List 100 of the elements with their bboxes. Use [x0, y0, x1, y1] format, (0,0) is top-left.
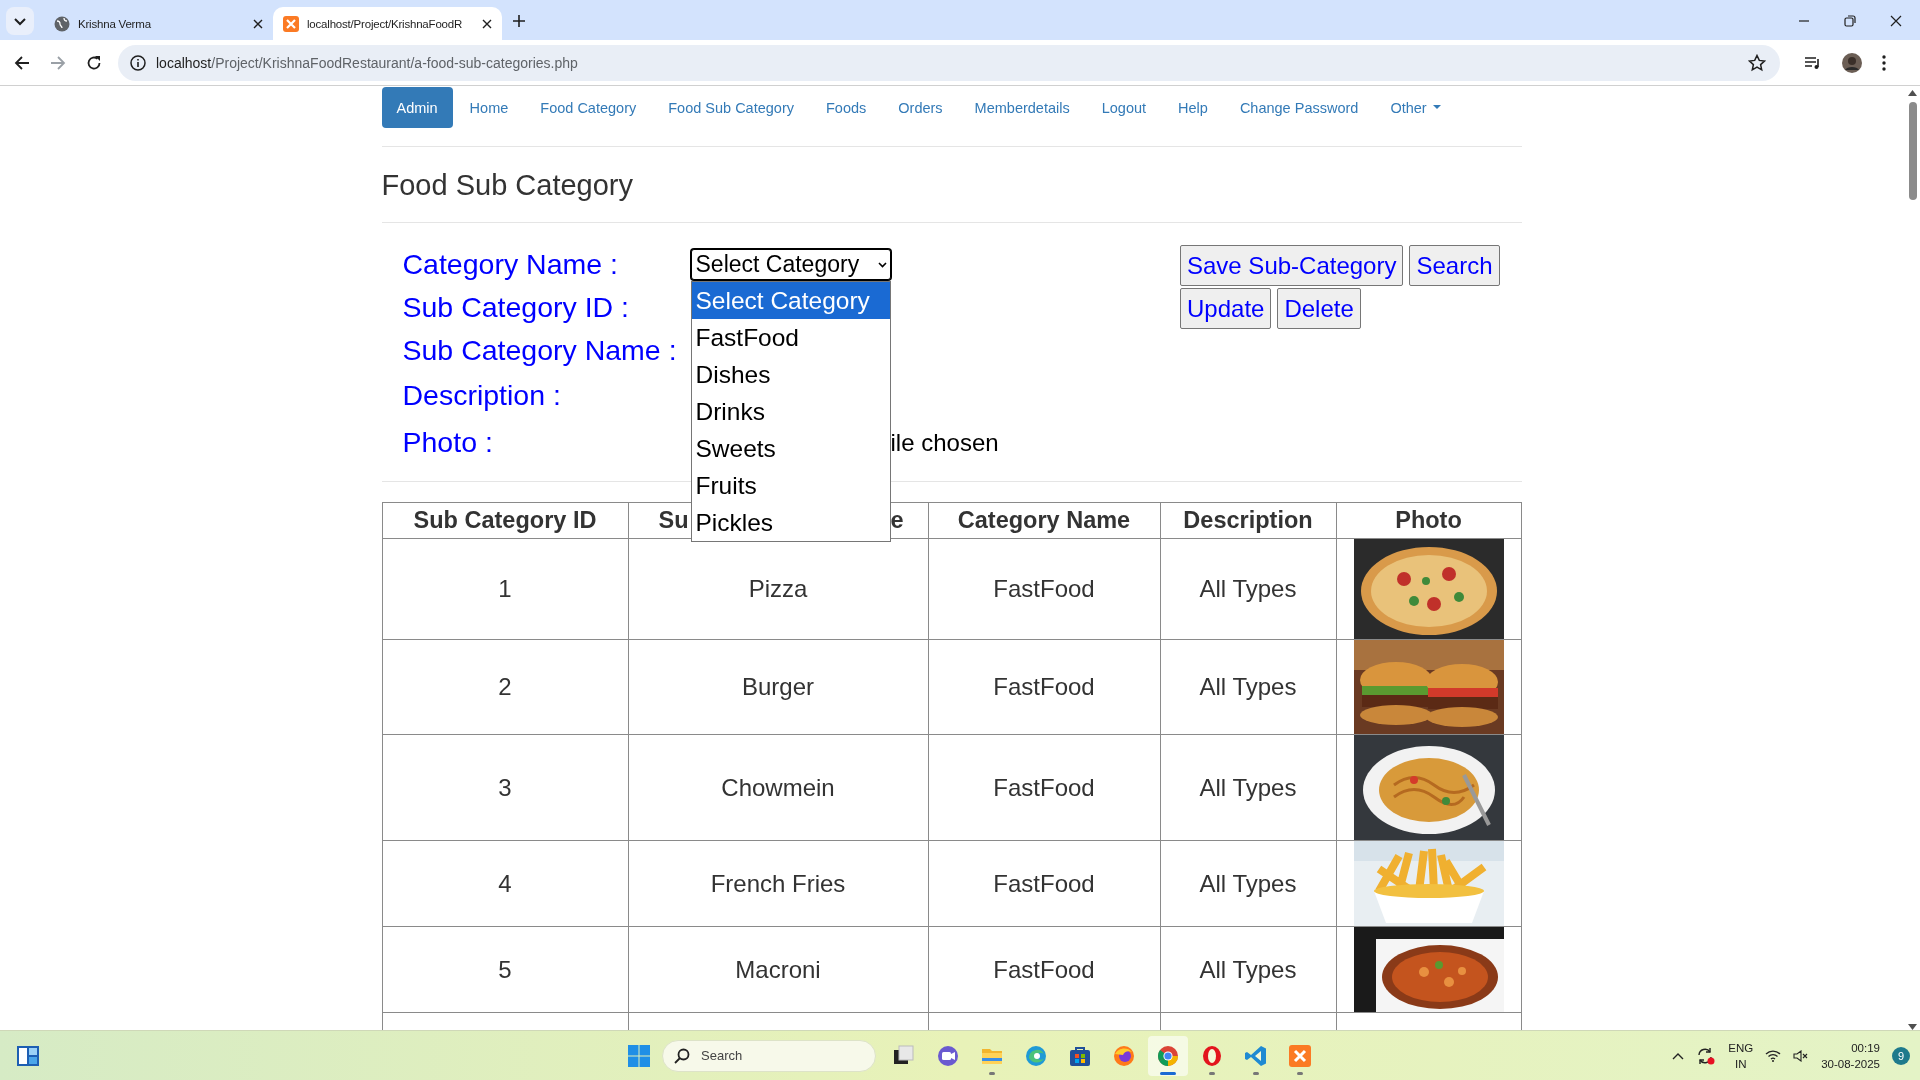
nav-link[interactable]: Memberdetails: [959, 87, 1085, 128]
browser-icon[interactable]: [1024, 1043, 1048, 1068]
code-editor-icon[interactable]: [1244, 1043, 1268, 1068]
table-cell: All Types: [1160, 840, 1336, 927]
url-text: /Project/KrishnaFoodRestaurant/a-food-sub-categories.php: [211, 54, 578, 71]
browser-tab[interactable]: localhost/Project/KrishnaFoodR: [273, 7, 502, 41]
column-header: Su: [658, 507, 689, 534]
table-cell: French Fries: [628, 840, 928, 927]
table-cell: FastFood: [928, 734, 1160, 841]
table-cell: Pizza: [628, 538, 928, 640]
info-icon[interactable]: [130, 54, 146, 71]
browser-tab[interactable]: Krishna Verma: [44, 7, 273, 41]
dropdown-option[interactable]: Drinks: [691, 393, 890, 430]
caret-icon: [877, 261, 887, 268]
video-call-icon[interactable]: [936, 1043, 960, 1068]
column-header: Description: [1160, 502, 1336, 539]
table-cell: 5: [382, 926, 628, 1013]
dropdown-option[interactable]: Fruits: [691, 467, 890, 504]
column-header: Sub Category ID: [382, 502, 628, 539]
notification-badge[interactable]: 9: [1892, 1046, 1910, 1065]
field-label: Category Name :: [402, 248, 619, 281]
language-indicator[interactable]: IN: [1734, 1055, 1747, 1072]
table-cell: FastFood: [928, 538, 1160, 640]
search-field[interactable]: Search: [662, 1039, 876, 1072]
avatar-icon[interactable]: [1842, 52, 1862, 73]
table-cell: 4: [382, 840, 628, 927]
nav-link[interactable]: Food Sub Category: [653, 87, 809, 128]
clock-date[interactable]: 30-08-2025: [1821, 1055, 1880, 1072]
category-select[interactable]: Select Category: [690, 249, 891, 280]
new-tab-icon[interactable]: [512, 14, 526, 28]
search-icon: [674, 1047, 690, 1064]
form-button[interactable]: Save Sub-Category: [1180, 245, 1404, 286]
url-text: localhost: [156, 54, 212, 71]
page-heading: Food Sub Category: [381, 169, 1522, 223]
table-cell: FastFood: [928, 926, 1160, 1013]
close-icon[interactable]: [1890, 15, 1902, 27]
nav-link[interactable]: Orders: [883, 87, 958, 128]
file-status-text: ile chosen: [890, 428, 999, 457]
field-label: Description :: [402, 379, 562, 412]
table-cell: 1: [382, 538, 628, 640]
field-label: Sub Category Name :: [402, 334, 678, 367]
dropdown-option[interactable]: Dishes: [691, 356, 890, 393]
table-cell: Burger: [628, 639, 928, 735]
media-icon[interactable]: [1804, 54, 1822, 71]
table-cell: FastFood: [928, 840, 1160, 927]
address-bar[interactable]: localhost/Project/KrishnaFoodRestaurant/a-food-sub-categories.php: [118, 44, 1780, 81]
scroll-up-icon[interactable]: [1908, 90, 1917, 96]
forward-icon: [50, 54, 66, 71]
nav-link[interactable]: Help: [1163, 87, 1223, 128]
table-cell: Chowmein: [628, 734, 928, 841]
sync-icon[interactable]: [1696, 1046, 1717, 1065]
table-cell: FastFood: [928, 639, 1160, 735]
nav-link[interactable]: Change Password: [1224, 87, 1374, 128]
dropdown-option[interactable]: FastFood: [691, 319, 890, 356]
widgets-icon[interactable]: [16, 1044, 40, 1067]
menu-icon[interactable]: [1882, 54, 1886, 71]
form-button[interactable]: Search: [1409, 245, 1500, 286]
table-cell: 3: [382, 734, 628, 841]
column-header: Category Name: [928, 502, 1160, 539]
table-cell: 2: [382, 639, 628, 735]
language-indicator[interactable]: ENG: [1728, 1039, 1754, 1056]
bookmark-star-icon[interactable]: [1748, 53, 1766, 72]
form-button[interactable]: Update: [1180, 288, 1272, 329]
table-cell: All Types: [1160, 639, 1336, 735]
close-icon[interactable]: [482, 19, 492, 29]
server-app-icon[interactable]: [1288, 1043, 1312, 1068]
browser-icon[interactable]: [1156, 1043, 1180, 1068]
nav-link[interactable]: Admin: [381, 87, 453, 128]
back-icon[interactable]: [14, 54, 30, 71]
scrollbar-thumb[interactable]: [1908, 102, 1917, 200]
reload-icon[interactable]: [86, 54, 102, 71]
muted-speaker-icon[interactable]: [1793, 1049, 1810, 1062]
nav-link[interactable]: Home: [454, 87, 524, 128]
start-icon[interactable]: [628, 1044, 650, 1067]
field-label: Sub Category ID :: [402, 291, 631, 324]
table-cell: All Types: [1160, 926, 1336, 1013]
close-icon[interactable]: [253, 19, 263, 29]
table-cell: Macroni: [628, 926, 928, 1013]
nav-link[interactable]: Other: [1375, 87, 1456, 128]
column-header: Photo: [1336, 502, 1521, 539]
wifi-icon[interactable]: [1765, 1049, 1782, 1062]
browser-icon[interactable]: [1112, 1043, 1136, 1068]
tab-list-button[interactable]: [6, 7, 34, 35]
globe-icon: [54, 16, 70, 32]
caret-icon[interactable]: [1432, 105, 1441, 110]
table-cell: All Types: [1160, 538, 1336, 640]
field-label: Photo :: [402, 426, 494, 459]
nav-link[interactable]: Food Category: [525, 87, 652, 128]
form-button[interactable]: Delete: [1277, 288, 1361, 329]
dropdown-option[interactable]: Sweets: [691, 430, 890, 467]
dropdown-option[interactable]: Pickles: [691, 504, 890, 541]
browser-icon[interactable]: [1200, 1043, 1224, 1068]
xampp-icon: [283, 16, 299, 32]
restore-icon[interactable]: [1844, 15, 1856, 27]
chevron-up-icon[interactable]: [1672, 1051, 1685, 1060]
nav-link[interactable]: Logout: [1086, 87, 1162, 128]
table-cell: All Types: [1160, 734, 1336, 841]
nav-link[interactable]: Foods: [810, 87, 882, 128]
dropdown-option[interactable]: Select Category: [691, 282, 890, 319]
clock-time[interactable]: 00:19: [1851, 1039, 1880, 1056]
